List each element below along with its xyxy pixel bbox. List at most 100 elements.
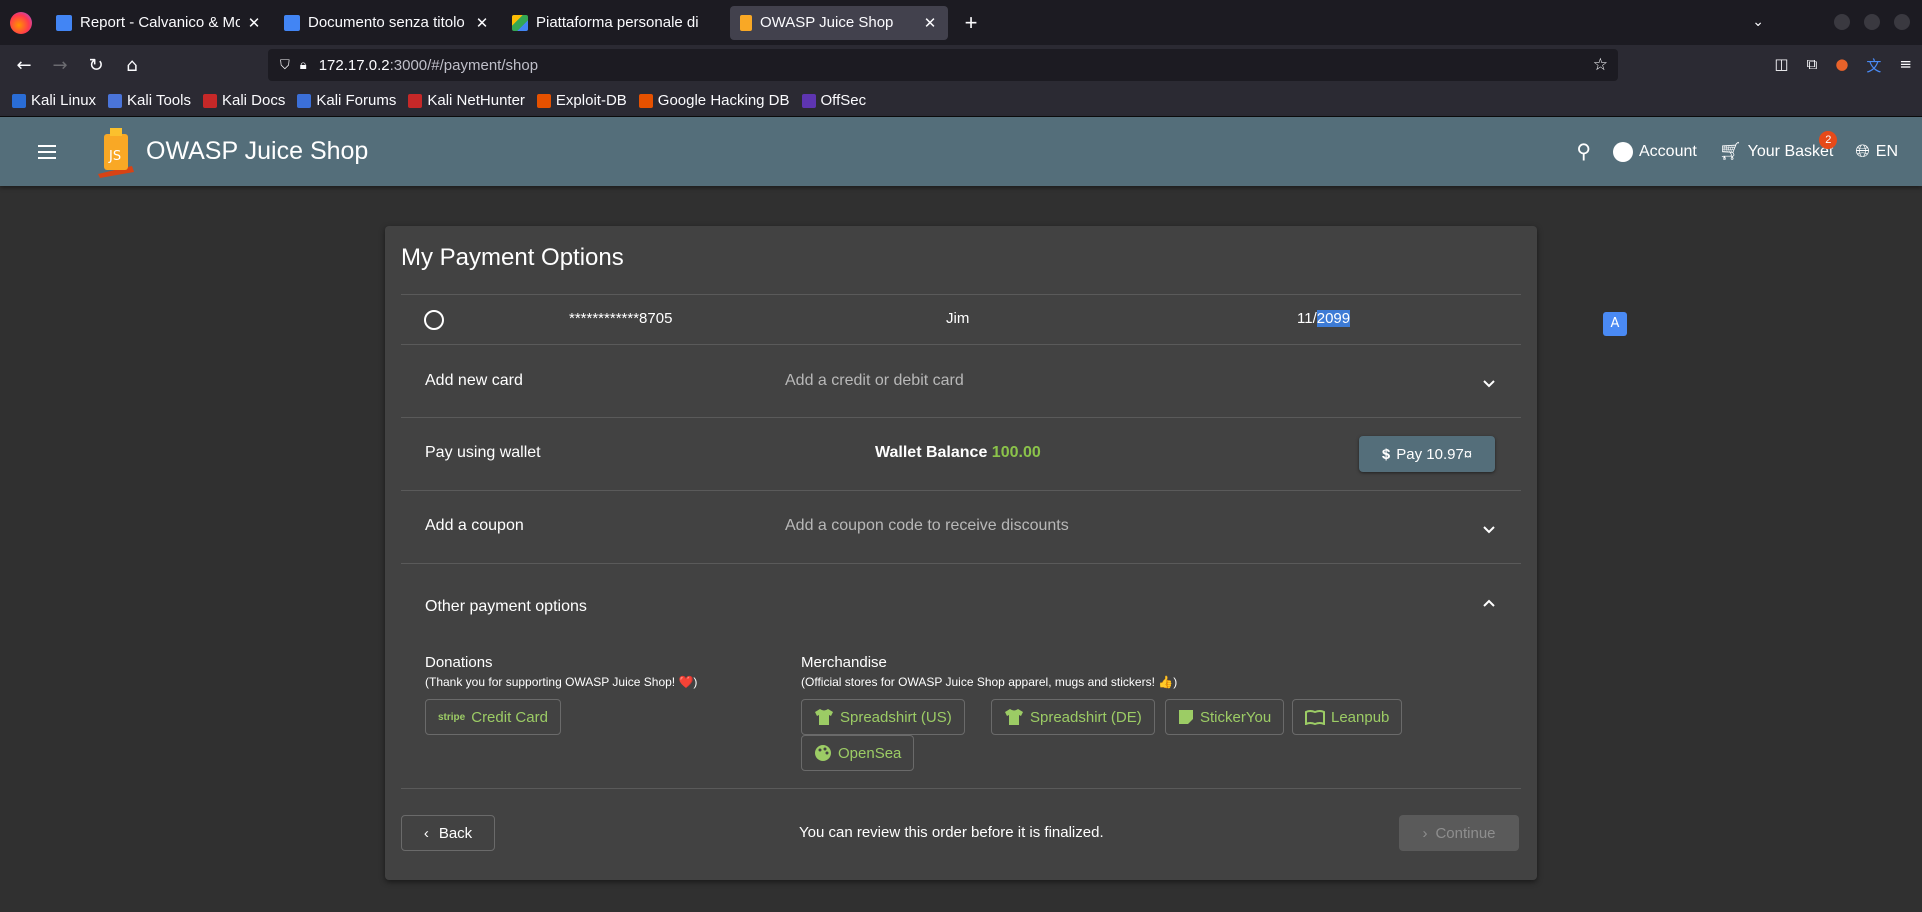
pay-wallet-button[interactable]: 💲︎ Pay 10.97¤ [1359, 436, 1495, 472]
kali-icon [12, 93, 26, 108]
browser-tab-2[interactable]: Documento senza titolo - ✕ [274, 6, 500, 40]
bookmark-google-hacking-db[interactable]: Google Hacking DB [638, 92, 790, 109]
back-arrow-icon[interactable]: ← [6, 55, 42, 76]
bookmarks-bar: Kali Linux Kali Tools Kali Docs Kali For… [0, 85, 1922, 117]
credit-card-button[interactable]: stripe Credit Card [425, 699, 561, 735]
card-expiry-year: 2099 [1316, 310, 1351, 327]
stickeryou-button[interactable]: StickerYou [1165, 699, 1285, 735]
close-icon[interactable]: ✕ [474, 14, 490, 32]
juice-shop-logo[interactable]: JS [92, 126, 138, 178]
opensea-button[interactable]: OpenSea [801, 735, 915, 771]
close-window-button[interactable] [1894, 14, 1910, 30]
coupon-hint: Add a coupon code to receive discounts [785, 517, 1069, 534]
lock-icon[interactable]: 🔒︎ [300, 57, 307, 73]
bookmark-kali-nethunter[interactable]: Kali NetHunter [408, 92, 525, 109]
globe-icon: 🌐︎ [1855, 141, 1870, 161]
bookmark-kali-forums[interactable]: Kali Forums [297, 92, 396, 109]
book-icon [1305, 710, 1325, 725]
shield-icon[interactable]: ⛉ [280, 57, 290, 73]
basket-button[interactable]: 🛒︎ Your Basket 2 [1718, 131, 1838, 162]
review-note: You can review this order before it is f… [799, 824, 1104, 841]
leanpub-button[interactable]: Leanpub [1292, 699, 1403, 735]
bookmark-label: Google Hacking DB [657, 92, 790, 109]
maximize-button[interactable] [1864, 14, 1880, 30]
forward-arrow-icon[interactable]: → [42, 55, 78, 76]
tshirt-icon [815, 709, 833, 725]
sticker-icon [1179, 710, 1193, 724]
url-host: 172.17.0.2 [318, 56, 390, 74]
card-radio[interactable] [424, 310, 444, 330]
cart-icon: 🛒︎ [1718, 141, 1742, 161]
minimize-button[interactable] [1834, 14, 1850, 30]
page-title: My Payment Options [401, 244, 624, 271]
close-icon[interactable]: ✕ [922, 14, 938, 32]
bookmark-kali-linux[interactable]: Kali Linux [12, 92, 96, 109]
card-expiry: 11/2099 [1297, 310, 1351, 327]
pay-wallet-label: Pay 10.97¤ [1396, 445, 1473, 463]
menu-icon[interactable]: ≡ [1899, 55, 1912, 76]
store-label: OpenSea [838, 744, 902, 762]
profile-icon[interactable]: ● [1835, 55, 1848, 76]
app-toolbar: JS OWASP Juice Shop ⚲ Account 🛒︎ Your Ba… [0, 117, 1922, 186]
offsec-icon [801, 93, 816, 108]
back-button[interactable]: ‹ Back [401, 815, 495, 851]
store-label: Leanpub [1331, 708, 1390, 726]
bookmark-label: Exploit-DB [555, 92, 627, 109]
browser-tab-3[interactable]: Piattaforma personale di [502, 6, 728, 40]
bookmark-kali-tools[interactable]: Kali Tools [108, 92, 191, 109]
menu-icon[interactable] [38, 141, 62, 163]
card-number: ************8705 [569, 310, 673, 327]
other-payment-label[interactable]: Other payment options [425, 598, 587, 616]
add-card-label: Add new card [425, 372, 523, 389]
url-bar[interactable]: ⛉ 🔒︎ 172.17.0.2:3000/#/payment/shop ☆ [268, 49, 1618, 81]
bookmark-offsec[interactable]: OffSec [801, 92, 866, 109]
merch-title: Merchandise [801, 654, 887, 671]
account-button[interactable]: Account [1613, 141, 1697, 162]
tab-list-icon[interactable]: ⌄ [1752, 14, 1764, 30]
bookmark-star-icon[interactable]: ☆ [1593, 55, 1608, 75]
reload-icon[interactable]: ↻ [78, 55, 114, 76]
bookmark-exploit-db[interactable]: Exploit-DB [536, 92, 627, 109]
app-title[interactable]: OWASP Juice Shop [146, 137, 368, 166]
language-button[interactable]: 🌐︎ EN [1855, 141, 1898, 162]
tab-title: Piattaforma personale di [536, 14, 699, 31]
spreadshirt-de-button[interactable]: Spreadshirt (DE) [991, 699, 1155, 735]
tab-title: OWASP Juice Shop [760, 14, 894, 31]
coupon-panel[interactable]: Add a coupon Add a coupon code to receiv… [401, 490, 1521, 563]
extensions-icon[interactable]: ⧉ [1807, 55, 1818, 76]
translate-icon[interactable]: 文 [1866, 55, 1881, 76]
kali-docs-icon [202, 93, 217, 108]
add-card-panel[interactable]: Add new card Add a credit or debit card [401, 344, 1521, 417]
browser-tab-1[interactable]: Report - Calvanico & Mon ✕ [46, 6, 272, 40]
browser-tab-4[interactable]: OWASP Juice Shop ✕ [730, 5, 948, 40]
palette-icon [815, 745, 831, 761]
pocket-icon[interactable]: ◫ [1774, 55, 1788, 76]
bookmark-label: Kali Linux [31, 92, 97, 109]
kali-forums-icon [297, 93, 312, 108]
bookmark-kali-docs[interactable]: Kali Docs [202, 92, 286, 109]
chevron-up-icon[interactable] [1481, 596, 1497, 612]
spreadshirt-us-button[interactable]: Spreadshirt (US) [801, 699, 965, 735]
docs-icon [56, 14, 72, 31]
other-payment-panel: Other payment options Donations (Thank y… [401, 563, 1521, 789]
chevron-left-icon: ‹ [423, 824, 429, 842]
saved-card-row[interactable]: ************8705 Jim 11/2099 [401, 294, 1521, 344]
close-icon[interactable]: ✕ [246, 14, 262, 32]
home-icon[interactable]: ⌂ [114, 55, 150, 76]
nethunter-icon [408, 93, 423, 108]
chevron-down-icon[interactable] [1481, 521, 1497, 537]
bookmark-label: Kali NetHunter [427, 92, 525, 109]
new-tab-button[interactable]: + [956, 10, 986, 36]
kali-tools-icon [108, 93, 123, 108]
translate-icon[interactable]: A [1603, 312, 1627, 336]
account-circle-icon [1613, 141, 1633, 162]
firefox-icon[interactable] [10, 11, 32, 34]
back-label: Back [438, 824, 473, 842]
continue-button[interactable]: › Continue [1399, 815, 1519, 851]
bookmark-label: Kali Docs [221, 92, 286, 109]
tab-title: Report - Calvanico & Mon [80, 14, 240, 31]
coupon-label: Add a coupon [425, 517, 524, 534]
search-icon[interactable]: ⚲ [1576, 139, 1591, 164]
bookmark-label: Kali Tools [127, 92, 191, 109]
chevron-down-icon[interactable] [1481, 375, 1497, 391]
